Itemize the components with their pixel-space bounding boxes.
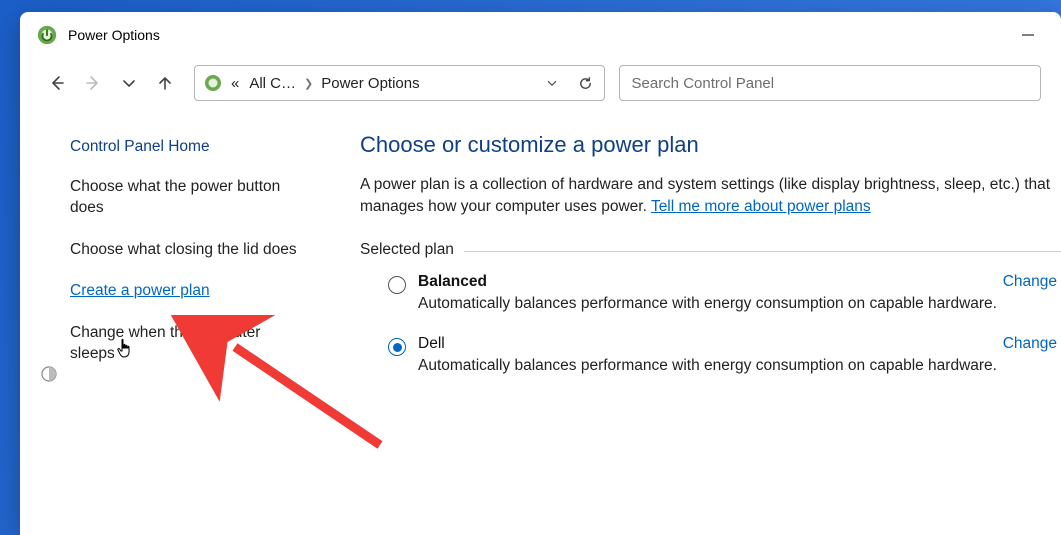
address-dropdown-button[interactable]	[538, 69, 566, 97]
forward-button[interactable]	[76, 66, 110, 100]
plan-name: Balanced	[418, 273, 487, 291]
plan-option-dell[interactable]: Dell Change Automatically balances perfo…	[360, 335, 1061, 375]
control-panel-icon	[203, 73, 223, 93]
cursor-pointer-icon	[113, 336, 139, 362]
content-body: Control Panel Home Choose what the power…	[20, 108, 1061, 535]
toolbar: « All C… ❯ Power Options	[20, 58, 1061, 108]
sidebar: Control Panel Home Choose what the power…	[20, 108, 330, 535]
sidebar-link-computer-sleeps[interactable]: Change when the computer sleeps	[70, 322, 300, 365]
plan-option-balanced[interactable]: Balanced Change Automatically balances p…	[360, 273, 1061, 313]
tell-me-more-link[interactable]: Tell me more about power plans	[651, 198, 871, 215]
breadcrumb-prefix: «	[229, 75, 241, 92]
plan-description: Automatically balances performance with …	[418, 295, 1061, 313]
address-bar[interactable]: « All C… ❯ Power Options	[194, 65, 605, 101]
selected-plan-label: Selected plan	[360, 241, 454, 259]
up-button[interactable]	[148, 66, 182, 100]
sidebar-link-create-plan[interactable]: Create a power plan	[70, 280, 300, 301]
chevron-right-icon: ❯	[304, 77, 313, 90]
sidebar-link-power-button[interactable]: Choose what the power button does	[70, 176, 300, 219]
refresh-button[interactable]	[572, 69, 600, 97]
breadcrumb-segment[interactable]: All C…	[247, 75, 298, 92]
radio-button[interactable]	[388, 338, 406, 356]
change-plan-settings-link[interactable]: Change	[1003, 335, 1061, 353]
recent-locations-button[interactable]	[112, 66, 146, 100]
back-button[interactable]	[40, 66, 74, 100]
plan-description: Automatically balances performance with …	[418, 357, 1061, 375]
search-input[interactable]	[632, 75, 1029, 92]
radio-button[interactable]	[388, 276, 406, 294]
divider	[464, 251, 1061, 252]
change-plan-settings-link[interactable]: Change	[1003, 273, 1061, 291]
search-box[interactable]	[619, 65, 1042, 101]
plan-body: Balanced Change Automatically balances p…	[418, 273, 1061, 313]
window-title: Power Options	[68, 27, 1005, 43]
control-panel-home-link[interactable]: Control Panel Home	[70, 138, 300, 156]
main-content: Choose or customize a power plan A power…	[330, 108, 1061, 535]
plan-body: Dell Change Automatically balances perfo…	[418, 335, 1061, 375]
titlebar: Power Options	[20, 12, 1061, 58]
brightness-icon	[40, 365, 58, 383]
page-description: A power plan is a collection of hardware…	[360, 174, 1061, 217]
window: Power Options « All C… ❯ Power Options	[20, 12, 1061, 535]
power-options-icon	[36, 24, 58, 46]
page-heading: Choose or customize a power plan	[360, 132, 1061, 158]
plan-name: Dell	[418, 335, 445, 353]
selected-plan-groupbox: Selected plan	[360, 241, 1061, 259]
minimize-button[interactable]	[1005, 12, 1051, 58]
breadcrumb-segment[interactable]: Power Options	[319, 75, 421, 92]
sidebar-link-close-lid[interactable]: Choose what closing the lid does	[70, 239, 300, 260]
